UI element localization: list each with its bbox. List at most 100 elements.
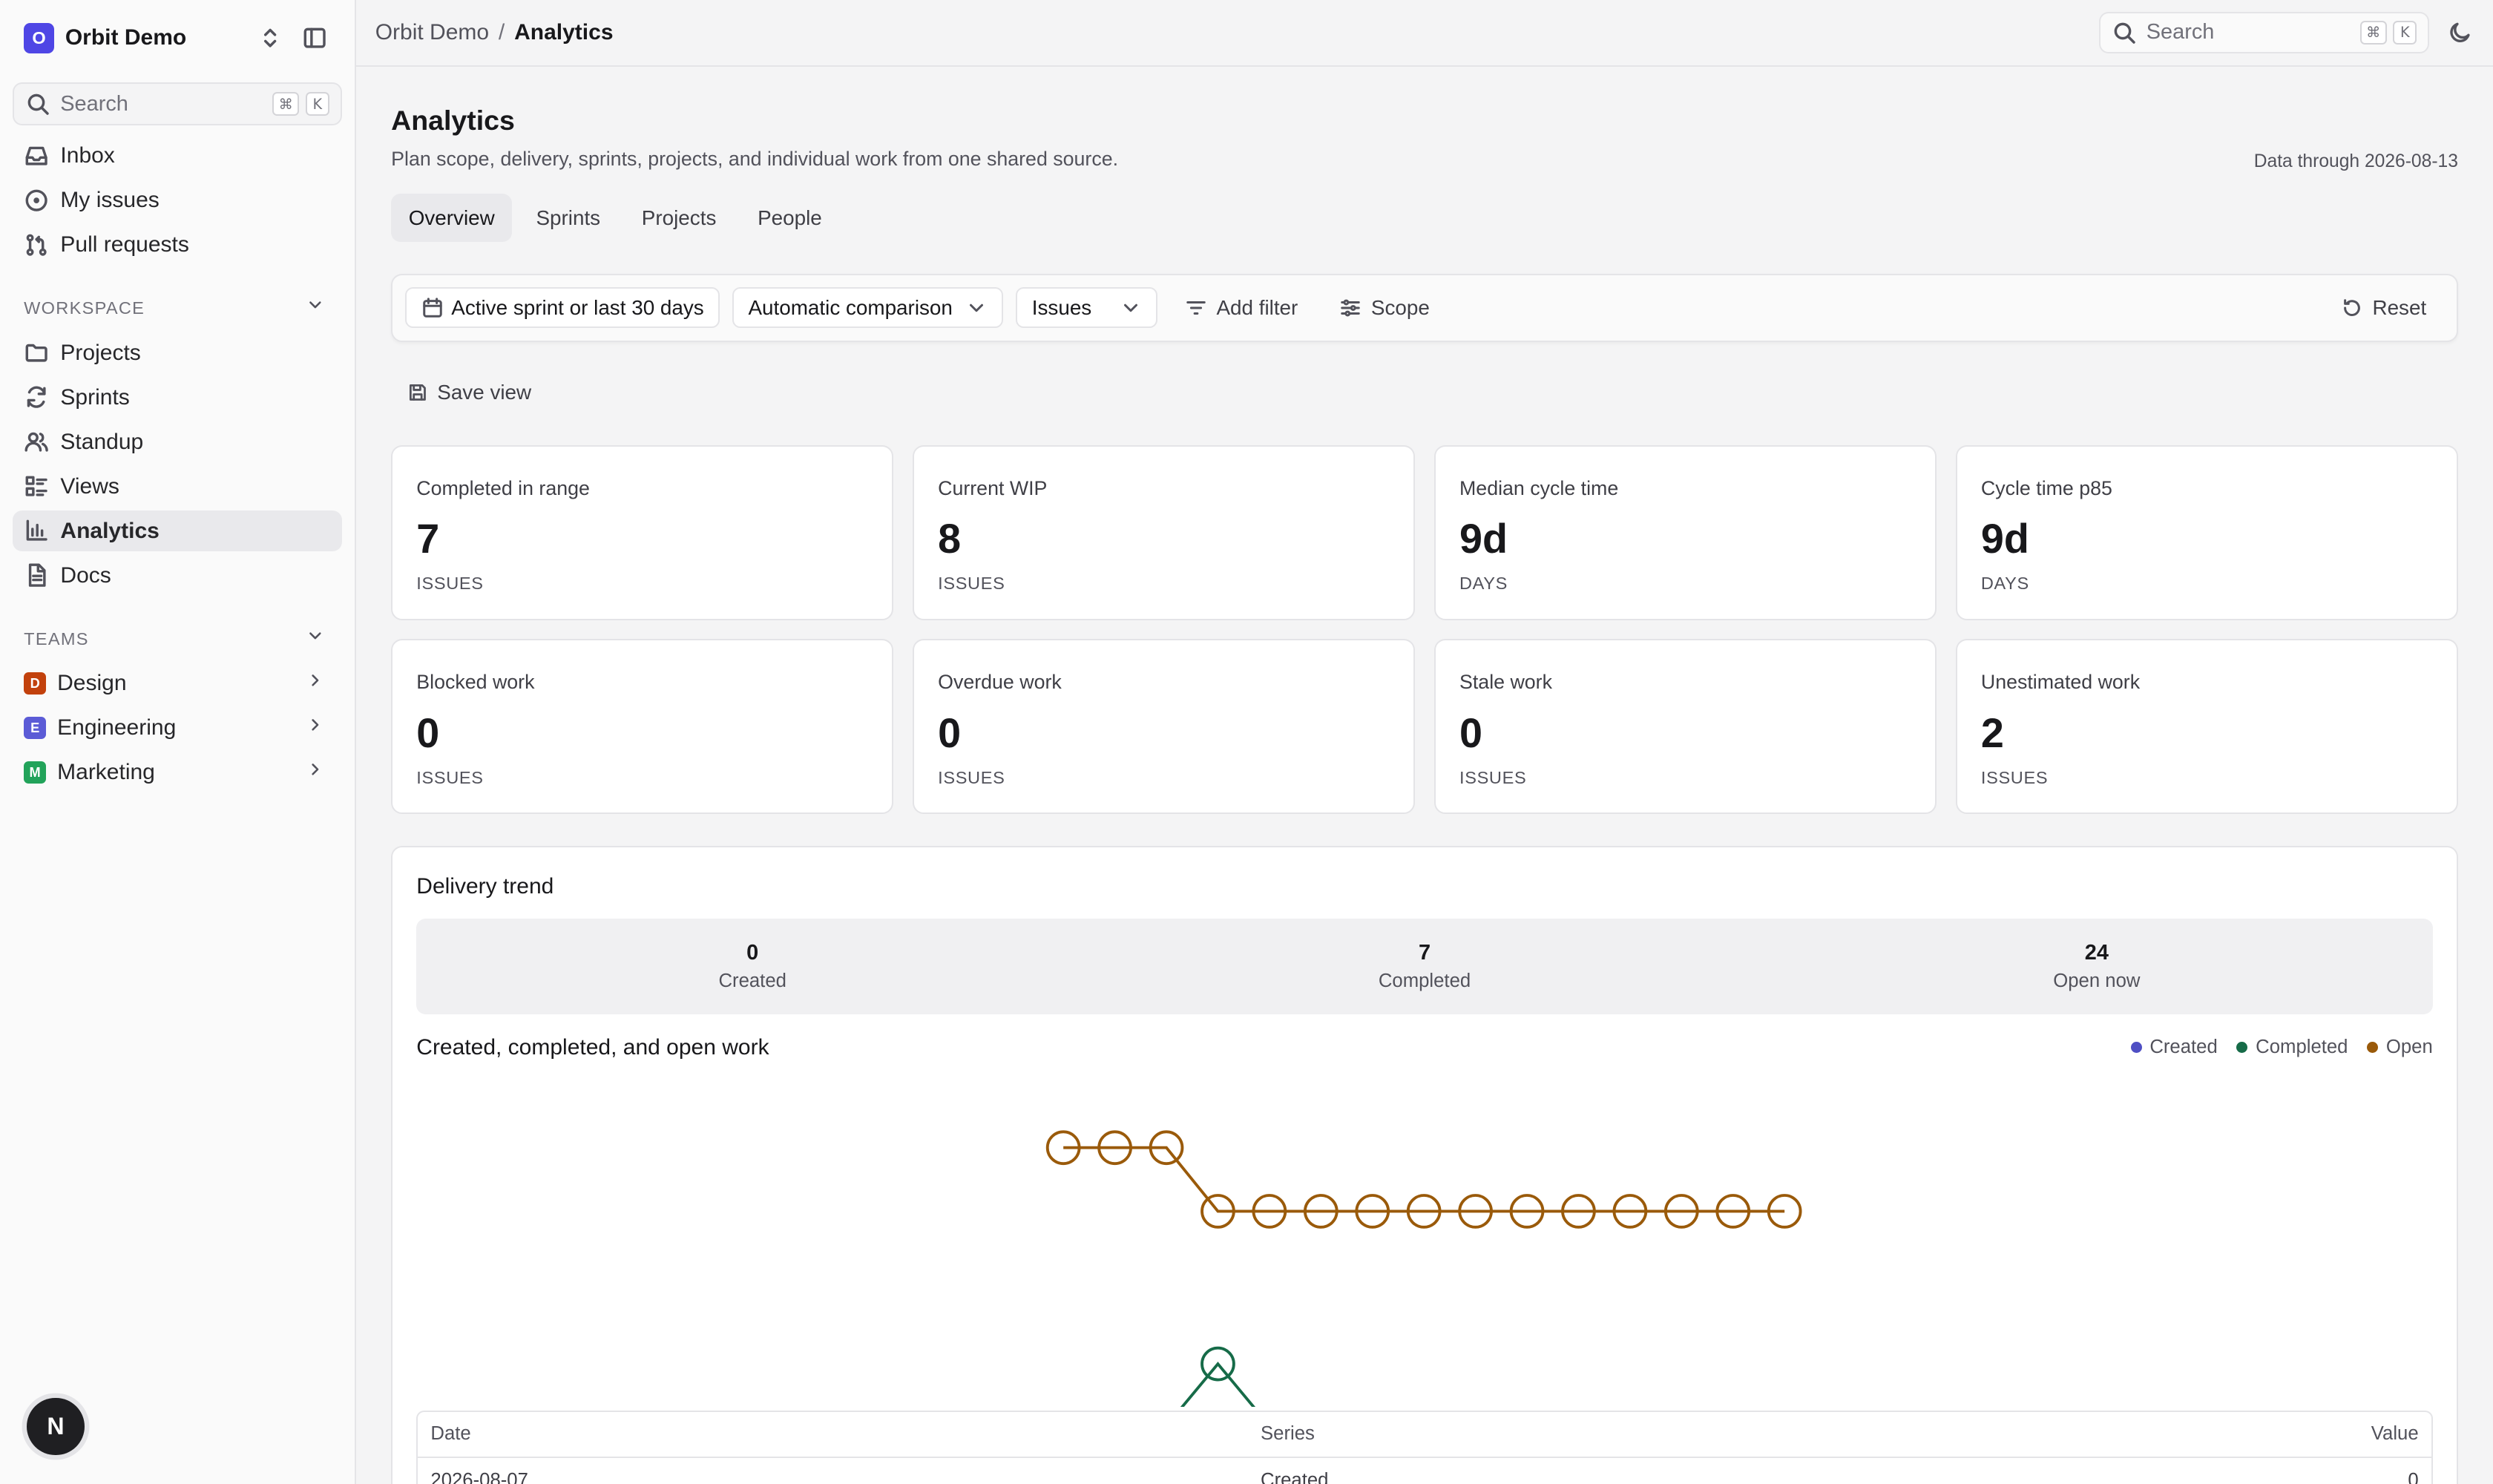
- workspace-logo: O: [24, 23, 54, 53]
- legend-item-created[interactable]: Created: [2130, 1036, 2218, 1058]
- cell-value: 0: [2408, 1470, 2419, 1484]
- chevron-right-icon[interactable]: [306, 715, 331, 741]
- add-filter-label: Add filter: [1216, 295, 1298, 319]
- sidebar-item-my-issues[interactable]: My issues: [13, 180, 342, 221]
- sidebar-item-projects[interactable]: Projects: [13, 332, 342, 374]
- delivery-table: Date Series Value 2026-08-07 Created 0: [416, 1410, 2433, 1484]
- sidebar-item-label: Analytics: [60, 518, 160, 543]
- team-badge: M: [24, 761, 47, 784]
- reset-button[interactable]: Reset: [2326, 287, 2440, 329]
- sidebar-item-analytics[interactable]: Analytics: [13, 510, 342, 552]
- tab-overview[interactable]: Overview: [391, 194, 513, 242]
- workspace-section-header[interactable]: WORKSPACE: [13, 291, 342, 326]
- sidebar-item-label: Pull requests: [60, 232, 189, 257]
- sidebar-item-label: Views: [60, 473, 119, 499]
- chevron-down-icon: [1120, 297, 1142, 319]
- comparison-select[interactable]: Automatic comparison: [732, 286, 1004, 329]
- table-row: 2026-08-07 Created 0: [418, 1458, 2431, 1484]
- metric-unit: ISSUES: [1980, 767, 2049, 787]
- sidebar-item-label: Standup: [60, 429, 144, 454]
- chevron-up-down-icon[interactable]: [253, 21, 288, 56]
- sidebar-search-label: Search: [60, 91, 128, 116]
- sidebar-item-sprints[interactable]: Sprints: [13, 377, 342, 418]
- topbar: Orbit Demo / Analytics Search ⌘ K: [356, 0, 2493, 67]
- metric-title: Blocked work: [416, 671, 535, 694]
- tab-sprints[interactable]: Sprints: [519, 194, 618, 241]
- save-view-button[interactable]: Save view: [391, 372, 547, 413]
- workspace-nav: Projects Sprints Standup Views Analytics…: [0, 332, 355, 597]
- chevron-right-icon[interactable]: [306, 760, 331, 785]
- summary-created: 0 Created: [416, 919, 1088, 1014]
- series-line-open: [1063, 1146, 1785, 1213]
- metric-card-completed: Completed in range 7 ISSUES: [391, 444, 894, 620]
- sidebar-item-label: Sprints: [60, 384, 130, 410]
- column-header-value[interactable]: Value: [2259, 1423, 2419, 1445]
- sidebar-search[interactable]: Search ⌘ K: [13, 82, 342, 126]
- legend-item-open[interactable]: Open: [2367, 1037, 2433, 1058]
- table-header-row: Date Series Value: [418, 1412, 2431, 1458]
- tab-projects[interactable]: Projects: [624, 194, 734, 241]
- legend-dot: [2367, 1041, 2379, 1053]
- metric-card-median-cycle: Median cycle time 9d DAYS: [1433, 444, 1937, 620]
- sidebar-team-engineering[interactable]: E Engineering: [13, 707, 342, 749]
- metric-card-blocked: Blocked work 0 ISSUES: [391, 639, 894, 815]
- date-range-button[interactable]: Active sprint or last 30 days: [405, 286, 720, 329]
- summary-value: 7: [1418, 941, 1431, 965]
- sidebar-team-marketing[interactable]: M Marketing: [13, 752, 342, 793]
- workspace-switcher[interactable]: O Orbit Demo: [0, 0, 355, 76]
- breadcrumb-separator: /: [498, 20, 505, 45]
- page-subtitle: Plan scope, delivery, sprints, projects,…: [391, 148, 1119, 171]
- scope-button[interactable]: Scope: [1325, 287, 1444, 329]
- filter-bar: Active sprint or last 30 days Automatic …: [391, 273, 2458, 342]
- sidebar-item-label: My issues: [60, 187, 160, 212]
- breadcrumb-root[interactable]: Orbit Demo: [375, 20, 489, 45]
- summary-label: Created: [718, 970, 786, 991]
- workspace-name[interactable]: Orbit Demo: [65, 25, 243, 50]
- tab-people[interactable]: People: [740, 194, 840, 241]
- legend-label: Completed: [2256, 1036, 2348, 1057]
- users-icon: [24, 429, 49, 454]
- filter-icon: [1185, 297, 1207, 319]
- sidebar-team-design[interactable]: D Design: [13, 663, 342, 704]
- section-label: WORKSPACE: [24, 298, 145, 318]
- metric-value: 0: [1459, 709, 1482, 756]
- summary-value: 0: [746, 941, 759, 965]
- sidebar-item-label: Design: [57, 671, 127, 696]
- sidebar-item-standup[interactable]: Standup: [13, 421, 342, 463]
- sidebar-item-label: Inbox: [60, 142, 115, 168]
- metric-card-unestimated: Unestimated work 2 ISSUES: [1955, 639, 2458, 815]
- sidebar-item-inbox[interactable]: Inbox: [13, 135, 342, 177]
- sidebar-item-views[interactable]: Views: [13, 466, 342, 508]
- chevron-right-icon[interactable]: [306, 671, 331, 696]
- page-header: Analytics Plan scope, delivery, sprints,…: [391, 67, 2458, 194]
- summary-open-now: 24 Open now: [1761, 919, 2433, 1014]
- metric-value: 2: [1980, 709, 2004, 756]
- metric-value: 7: [416, 516, 440, 562]
- legend-label: Created: [2149, 1036, 2218, 1057]
- circle-dot-icon: [24, 188, 49, 213]
- top-search[interactable]: Search ⌘ K: [2098, 12, 2430, 53]
- entity-select[interactable]: Issues: [1016, 286, 1158, 329]
- reset-label: Reset: [2372, 295, 2427, 319]
- avatar[interactable]: N: [27, 1398, 85, 1456]
- chevron-down-icon: [306, 295, 331, 321]
- bar-chart-icon: [24, 518, 49, 543]
- sidebar-item-docs[interactable]: Docs: [13, 555, 342, 597]
- sidebar-item-label: Engineering: [57, 715, 177, 741]
- legend-dot: [2130, 1041, 2142, 1053]
- moon-icon[interactable]: [2446, 19, 2474, 47]
- panel-title: Delivery trend: [416, 874, 554, 899]
- sidebar-item-pull-requests[interactable]: Pull requests: [13, 224, 342, 266]
- metric-title: Overdue work: [938, 671, 1062, 694]
- sidebar-top-nav: Inbox My issues Pull requests: [0, 135, 355, 266]
- summary-label: Completed: [1378, 970, 1471, 991]
- column-header-date[interactable]: Date: [430, 1423, 1261, 1445]
- teams-section-header[interactable]: TEAMS: [13, 622, 342, 657]
- column-header-series[interactable]: Series: [1261, 1423, 2259, 1445]
- add-filter-button[interactable]: Add filter: [1170, 287, 1312, 329]
- legend-item-completed[interactable]: Completed: [2236, 1037, 2348, 1058]
- sidebar-toggle-icon[interactable]: [298, 21, 332, 56]
- entity-label: Issues: [1031, 295, 1092, 319]
- delivery-line-chart: [1046, 1130, 1802, 1408]
- metric-cards: Completed in range 7 ISSUES Current WIP …: [391, 444, 2458, 815]
